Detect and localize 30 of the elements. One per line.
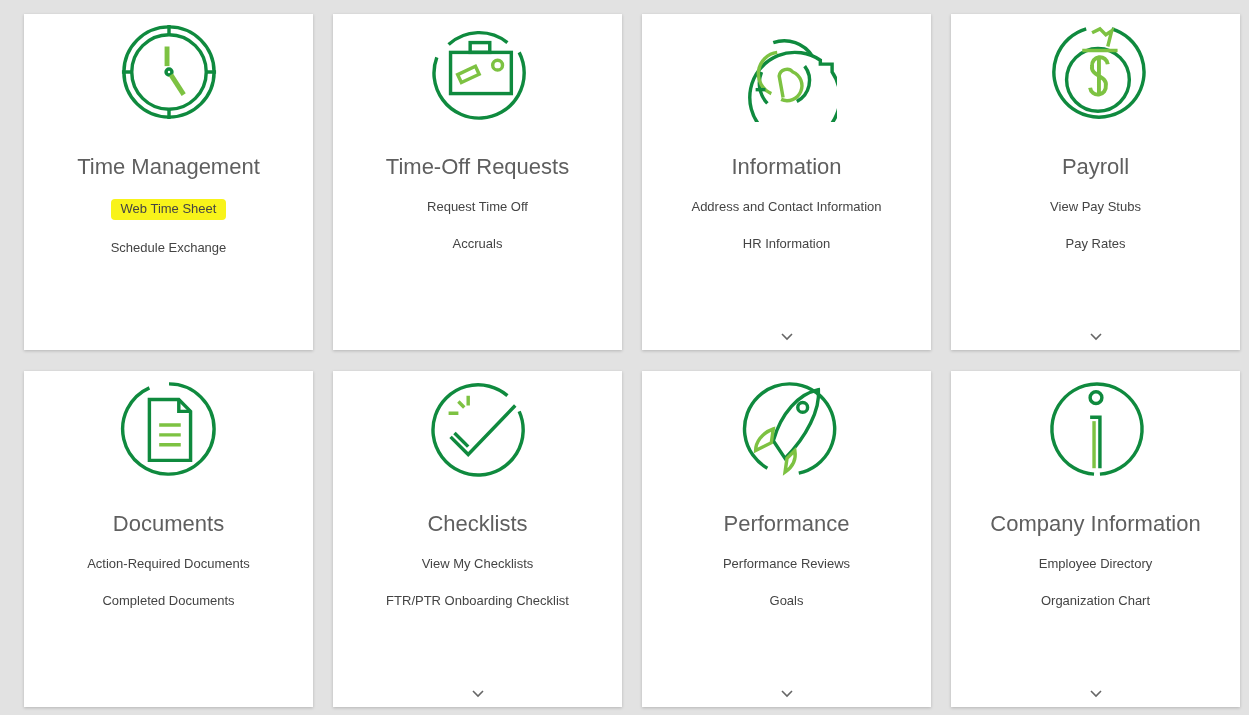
card-title: Payroll <box>1061 154 1130 181</box>
menu-link[interactable]: Schedule Exchange <box>108 240 229 258</box>
chevron-down-icon[interactable] <box>779 332 794 341</box>
chevron-down-icon[interactable] <box>470 689 485 698</box>
menu-link[interactable]: Accruals <box>450 236 505 254</box>
menu-link[interactable]: Performance Reviews <box>720 556 853 574</box>
menu-link[interactable]: Employee Directory <box>1036 556 1155 574</box>
menu-link[interactable]: Web Time Sheet <box>110 199 227 221</box>
menu-link[interactable]: Address and Contact Information <box>689 199 884 217</box>
card-title: Time-Off Requests <box>385 154 570 181</box>
card-title: Information <box>731 154 842 181</box>
menu-link[interactable]: Goals <box>767 593 806 611</box>
card-title: Time Management <box>77 154 260 181</box>
menu-link[interactable]: Pay Rates <box>1063 236 1128 254</box>
menu-link[interactable]: Organization Chart <box>1038 593 1153 611</box>
card-title: Performance <box>723 511 850 538</box>
menu-link[interactable]: Completed Documents <box>100 593 237 611</box>
chevron-down-icon[interactable] <box>779 689 794 698</box>
menu-link[interactable]: View Pay Stubs <box>1048 199 1143 217</box>
menu-link[interactable]: HR Information <box>740 236 833 254</box>
menu-link[interactable]: Action-Required Documents <box>85 556 252 574</box>
chevron-down-icon[interactable] <box>1088 689 1103 698</box>
chevron-down-icon[interactable] <box>1088 332 1103 341</box>
card-title: Documents <box>112 511 225 538</box>
menu-link[interactable]: FTR/PTR Onboarding Checklist <box>384 593 571 611</box>
card-title: Checklists <box>427 511 528 538</box>
card-title: Company Information <box>990 511 1201 538</box>
document-icon <box>118 379 219 479</box>
menu-link[interactable]: View My Checklists <box>419 556 536 574</box>
menu-link[interactable]: Request Time Off <box>425 199 530 217</box>
